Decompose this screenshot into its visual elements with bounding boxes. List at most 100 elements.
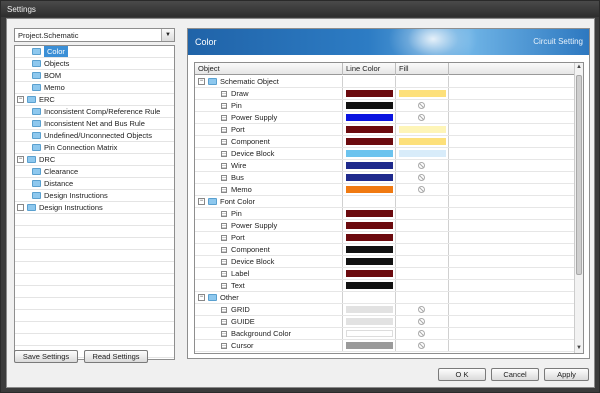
fill-cell[interactable] (396, 184, 449, 195)
grid-item-row[interactable]: Port (195, 124, 575, 136)
fill-cell[interactable] (396, 280, 449, 291)
line-color-cell[interactable] (343, 316, 396, 327)
line-color-cell[interactable] (343, 256, 396, 267)
line-color-cell[interactable] (343, 136, 396, 147)
line-color-swatch[interactable] (346, 138, 393, 145)
grid-item-row[interactable]: Power Supply (195, 112, 575, 124)
line-color-cell[interactable] (343, 172, 396, 183)
fill-cell[interactable] (396, 256, 449, 267)
grid-item-row[interactable]: Component (195, 136, 575, 148)
grid-group-row[interactable]: − Schematic Object (195, 76, 575, 88)
line-color-cell[interactable] (343, 244, 396, 255)
fill-color-swatch[interactable] (399, 150, 446, 157)
tree-item[interactable]: Inconsistent Comp/Reference Rule (15, 106, 174, 118)
scroll-up-icon[interactable]: ▲ (575, 63, 583, 72)
fill-cell[interactable] (396, 340, 449, 351)
line-color-swatch[interactable] (346, 126, 393, 133)
tree-item[interactable]: − DRC (15, 154, 174, 166)
line-color-cell[interactable] (343, 280, 396, 291)
line-color-cell[interactable] (343, 88, 396, 99)
tree-item[interactable]: Inconsistent Net and Bus Rule (15, 118, 174, 130)
fill-color-swatch[interactable] (399, 138, 446, 145)
line-color-swatch[interactable] (346, 330, 393, 337)
fill-cell[interactable] (396, 208, 449, 219)
vertical-scrollbar[interactable]: ▲ ▼ (574, 63, 583, 353)
line-color-swatch[interactable] (346, 114, 393, 121)
grid-item-row[interactable]: Pin (195, 100, 575, 112)
grid-item-row[interactable]: Port (195, 232, 575, 244)
no-fill-icon[interactable] (418, 174, 425, 181)
line-color-swatch[interactable] (346, 162, 393, 169)
line-color-cell[interactable] (343, 112, 396, 123)
fill-cell[interactable] (396, 172, 449, 183)
tree-item[interactable]: Memo (15, 82, 174, 94)
line-color-swatch[interactable] (346, 246, 393, 253)
grid-group-row[interactable]: − Font Color (195, 196, 575, 208)
grid-item-row[interactable]: Power Supply (195, 220, 575, 232)
grid-item-row[interactable]: Device Block (195, 148, 575, 160)
line-color-cell[interactable] (343, 100, 396, 111)
line-color-swatch[interactable] (346, 102, 393, 109)
tree-item[interactable]: Undefined/Unconnected Objects (15, 130, 174, 142)
apply-button[interactable]: Apply (544, 368, 589, 381)
fill-cell[interactable] (396, 160, 449, 171)
fill-cell[interactable] (396, 88, 449, 99)
grid-group-row[interactable]: − Other (195, 292, 575, 304)
grid-item-row[interactable]: Bus (195, 172, 575, 184)
tree-item[interactable]: Clearance (15, 166, 174, 178)
grid-item-row[interactable]: Draw (195, 88, 575, 100)
fill-cell[interactable] (396, 304, 449, 315)
line-color-swatch[interactable] (346, 174, 393, 181)
tree-item[interactable]: Color (15, 46, 174, 58)
fill-cell[interactable] (396, 220, 449, 231)
grid-item-row[interactable]: GUIDE (195, 316, 575, 328)
no-fill-icon[interactable] (418, 318, 425, 325)
fill-cell[interactable] (396, 268, 449, 279)
tree-item[interactable]: Pin Connection Matrix (15, 142, 174, 154)
collapse-icon[interactable]: − (198, 78, 205, 85)
grid-item-row[interactable]: Component (195, 244, 575, 256)
line-color-cell[interactable] (343, 328, 396, 339)
grid-item-row[interactable]: Wire (195, 160, 575, 172)
line-color-cell[interactable] (343, 184, 396, 195)
fill-cell[interactable] (396, 232, 449, 243)
fill-cell[interactable] (396, 148, 449, 159)
chevron-down-icon[interactable]: ▼ (161, 29, 174, 41)
line-color-cell[interactable] (343, 232, 396, 243)
fill-cell[interactable] (396, 100, 449, 111)
collapse-icon[interactable]: − (198, 198, 205, 205)
no-fill-icon[interactable] (418, 114, 425, 121)
grid-item-row[interactable]: GRID (195, 304, 575, 316)
line-color-cell[interactable] (343, 268, 396, 279)
line-color-cell[interactable] (343, 304, 396, 315)
line-color-cell[interactable] (343, 220, 396, 231)
collapse-icon[interactable]: − (17, 96, 24, 103)
fill-color-swatch[interactable] (399, 90, 446, 97)
line-color-swatch[interactable] (346, 318, 393, 325)
grid-item-row[interactable]: Memo (195, 184, 575, 196)
grid-item-row[interactable]: Cursor (195, 340, 575, 352)
scroll-down-icon[interactable]: ▼ (575, 344, 583, 353)
tree-item[interactable]: Design Instructions (15, 190, 174, 202)
line-color-swatch[interactable] (346, 270, 393, 277)
fill-color-swatch[interactable] (399, 126, 446, 133)
line-color-swatch[interactable] (346, 186, 393, 193)
no-fill-icon[interactable] (418, 342, 425, 349)
grid-item-row[interactable]: Device Block (195, 256, 575, 268)
line-color-cell[interactable] (343, 208, 396, 219)
no-fill-icon[interactable] (418, 102, 425, 109)
collapse-icon[interactable] (17, 204, 24, 211)
fill-cell[interactable] (396, 124, 449, 135)
grid-item-row[interactable]: Text (195, 280, 575, 292)
no-fill-icon[interactable] (418, 186, 425, 193)
line-color-swatch[interactable] (346, 210, 393, 217)
fill-cell[interactable] (396, 112, 449, 123)
read-settings-button[interactable]: Read Settings (84, 350, 148, 363)
tree-item[interactable]: − ERC (15, 94, 174, 106)
no-fill-icon[interactable] (418, 330, 425, 337)
tree-item[interactable]: Objects (15, 58, 174, 70)
grid-item-row[interactable]: Background Color (195, 328, 575, 340)
line-color-swatch[interactable] (346, 90, 393, 97)
tree-item[interactable]: Design Instructions (15, 202, 174, 214)
collapse-icon[interactable]: − (198, 294, 205, 301)
